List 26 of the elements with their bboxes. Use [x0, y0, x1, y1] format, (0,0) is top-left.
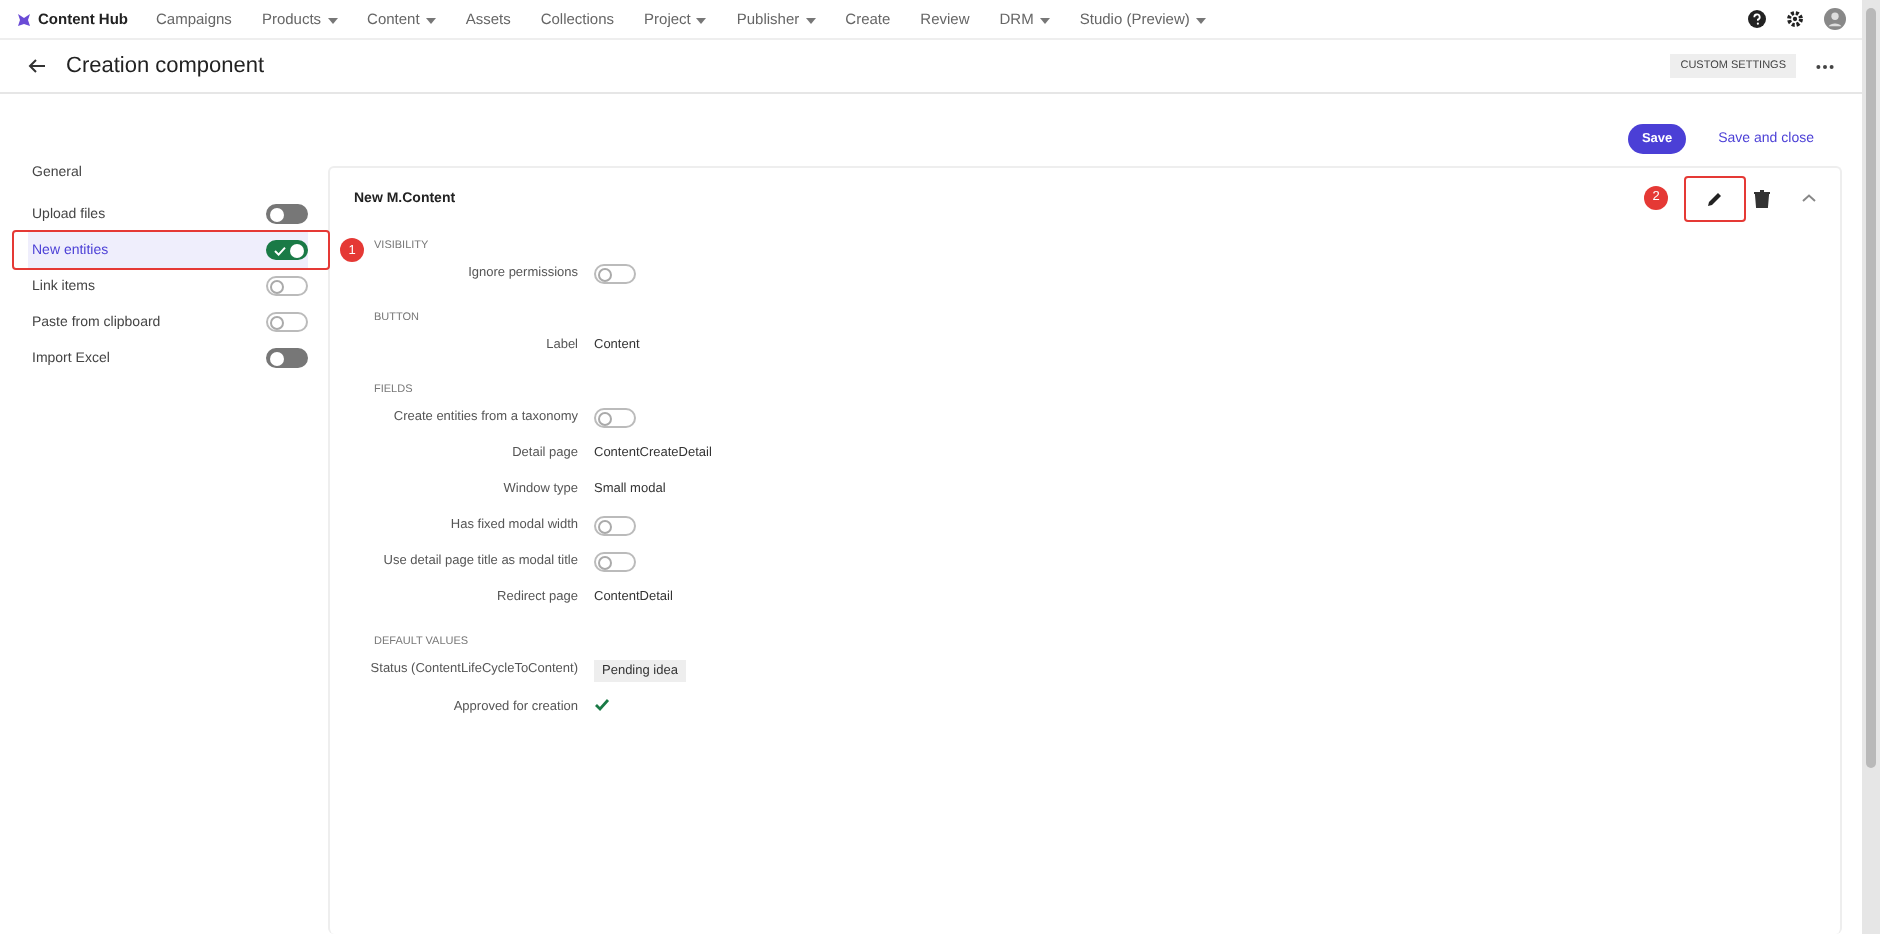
trash-icon[interactable]: [1754, 189, 1770, 207]
page-title: Creation component: [66, 54, 265, 78]
pencil-icon: [1706, 189, 1724, 207]
check-icon: [274, 245, 286, 255]
toggle-switch[interactable]: [594, 516, 636, 536]
more-icon[interactable]: [1816, 63, 1834, 69]
logo-icon: [16, 11, 32, 27]
caret-icon: [1039, 18, 1050, 24]
caret-icon: [425, 18, 436, 24]
toggle-switch[interactable]: [594, 552, 636, 572]
toggle-switch[interactable]: [594, 264, 636, 284]
scrollbar-thumb[interactable]: [1866, 8, 1876, 768]
back-arrow-icon[interactable]: [28, 58, 46, 74]
toggle-switch[interactable]: [594, 408, 636, 428]
collapse-icon[interactable]: [1802, 194, 1816, 202]
avatar-icon[interactable]: [1824, 8, 1846, 30]
caret-icon: [805, 18, 816, 24]
highlight-outline: [1684, 175, 1746, 221]
caret-icon: [1195, 18, 1206, 24]
help-icon[interactable]: [1748, 10, 1766, 28]
settings-icon[interactable]: [1786, 10, 1804, 28]
toggle-switch[interactable]: [266, 276, 308, 296]
toggle-switch[interactable]: [266, 312, 308, 332]
toggle-switch[interactable]: [266, 240, 308, 260]
caret-icon: [327, 18, 338, 24]
caret-icon: [696, 18, 707, 24]
